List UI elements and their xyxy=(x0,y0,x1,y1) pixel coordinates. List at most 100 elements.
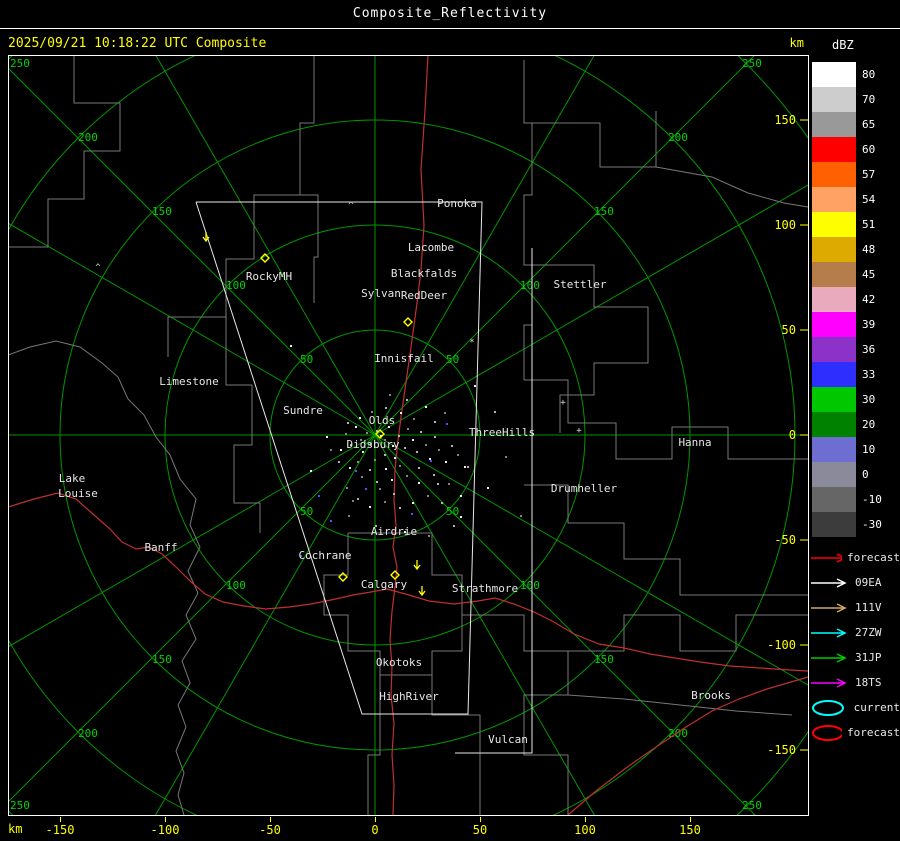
reflectivity-colorbar: 80 70 65 60 57 54 51 48 45 42 39 36 33 30 20 10 0 -10 -30 xyxy=(812,62,898,537)
right-axis-tick-label: -50 xyxy=(774,533,796,547)
bottom-axis-tick-label: 50 xyxy=(472,823,488,837)
echo-pixel xyxy=(520,515,522,517)
arrow-glyph xyxy=(811,602,847,613)
echo-pixel xyxy=(420,431,422,433)
colorbar-unit-label: dBZ xyxy=(832,38,854,52)
city-label: Limestone xyxy=(159,375,219,388)
range-ring-label: 150 xyxy=(594,205,614,218)
echo-pixel xyxy=(412,439,414,441)
legend-item: current xyxy=(810,695,900,720)
echo-pixel xyxy=(400,412,402,414)
boundary-line xyxy=(523,60,533,380)
city-label: Hanna xyxy=(678,436,711,449)
echo-pixel-blue xyxy=(411,513,413,515)
echo-pixel xyxy=(366,432,368,434)
range-ring-label: 250 xyxy=(742,799,762,812)
legend-item: 18TS xyxy=(810,670,900,695)
range-ring-label: 200 xyxy=(78,727,98,740)
echo-pixel xyxy=(393,493,395,495)
city-label: Drumheller xyxy=(551,482,618,495)
echo-pixel xyxy=(460,495,462,497)
colorbar-value-label: 80 xyxy=(862,68,876,81)
radar-map-canvas[interactable]: 250 200 150 100 50 50 100 150 200 250 50 100 150 200 2… xyxy=(8,55,809,816)
echo-pixel xyxy=(418,482,420,484)
echo-pixel xyxy=(434,421,436,423)
range-ring-label: 50 xyxy=(300,505,313,518)
echo-pixel-blue xyxy=(365,488,367,490)
legend-item: 27ZW xyxy=(810,620,900,645)
range-ring-label: 100 xyxy=(226,279,246,292)
city-label: Sylvan xyxy=(361,287,401,300)
bottom-axis-tick-label: -100 xyxy=(150,823,180,837)
colorbar-cell: 10 xyxy=(812,437,898,462)
city-label: Sundre xyxy=(283,404,323,417)
echo-pixel xyxy=(406,475,408,477)
range-ring-label: 50 xyxy=(446,353,459,366)
legend-item-label: forecast xyxy=(847,551,900,564)
boundary-line xyxy=(524,484,808,596)
city-label: Louise xyxy=(58,487,98,500)
echo-pixel xyxy=(457,454,459,456)
bottom-axis: -150 -100 -50 0 50 100 150 xyxy=(8,816,809,840)
colorbar-value-label: 60 xyxy=(862,143,876,156)
echo-pixel xyxy=(345,433,347,435)
bottom-axis-tick-label: -150 xyxy=(45,823,75,837)
colorbar-cell: 0 xyxy=(812,462,898,487)
city-label: Lacombe xyxy=(408,241,454,254)
echo-pixel xyxy=(338,461,340,463)
echo-pixel xyxy=(330,449,332,451)
right-axis-tick-label: 150 xyxy=(774,113,796,127)
range-ring-label: 150 xyxy=(594,653,614,666)
city-label: Okotoks xyxy=(376,656,422,669)
colorbar-value-label: 30 xyxy=(862,393,876,406)
colorbar-cell: 42 xyxy=(812,287,898,312)
boundary-line xyxy=(299,55,319,303)
legend-item: 31JP xyxy=(810,645,900,670)
echo-pixel xyxy=(407,428,409,430)
echo-pixel xyxy=(505,456,507,458)
colorbar-swatch xyxy=(812,237,856,262)
echo-pixel xyxy=(399,465,401,467)
boundary-line xyxy=(431,675,481,815)
city-label: Airdrie xyxy=(371,525,417,538)
storm-cell-marker xyxy=(403,317,413,327)
echo-pixel xyxy=(474,385,476,387)
colorbar-value-label: 48 xyxy=(862,243,876,256)
track-arrow-icon xyxy=(811,552,843,563)
echo-pixel xyxy=(352,500,354,502)
legend-item-label: 27ZW xyxy=(855,626,882,639)
echo-pixel xyxy=(357,461,359,463)
right-axis-tick-label: -150 xyxy=(767,743,796,757)
echo-pixel xyxy=(348,515,350,517)
range-ring-label: 50 xyxy=(446,505,459,518)
echo-pixel xyxy=(425,444,427,446)
colorbar-value-label: -10 xyxy=(862,493,882,506)
legend-item: 111V xyxy=(810,595,900,620)
track-arrow-icon xyxy=(811,627,847,638)
title-divider xyxy=(0,28,900,29)
right-axis-tick-label: 0 xyxy=(789,428,796,442)
echo-pixel xyxy=(290,345,292,347)
colorbar-swatch xyxy=(812,112,856,137)
colorbar-swatch xyxy=(812,337,856,362)
radar-viewer-window: Composite_Reflectivity 2025/09/21 10:18:… xyxy=(0,0,900,841)
radial-line xyxy=(154,434,376,816)
echo-pixel xyxy=(384,454,386,456)
cell-ellipse-icon xyxy=(812,724,843,741)
echo-pixel xyxy=(347,422,349,424)
colorbar-swatch xyxy=(812,387,856,412)
bottom-axis-tick xyxy=(270,817,271,822)
echo-pixel xyxy=(398,435,400,437)
colorbar-value-label: 51 xyxy=(862,218,876,231)
echo-pixel xyxy=(441,502,443,504)
city-label: ThreeHills xyxy=(469,426,535,439)
echo-pixel xyxy=(425,406,427,408)
radar-map[interactable]: 250 200 150 100 50 50 100 150 200 250 50 100 150 200 2… xyxy=(8,55,809,816)
right-axis-tick-label: 100 xyxy=(774,218,796,232)
bottom-axis-tick-label: 150 xyxy=(679,823,701,837)
bottom-axis-tick-label: 0 xyxy=(371,823,379,837)
colorbar-cell: 20 xyxy=(812,412,898,437)
arrow-glyph xyxy=(811,552,843,563)
radar-coverage-outline xyxy=(455,248,533,754)
city-label: RockyMH xyxy=(246,270,292,283)
